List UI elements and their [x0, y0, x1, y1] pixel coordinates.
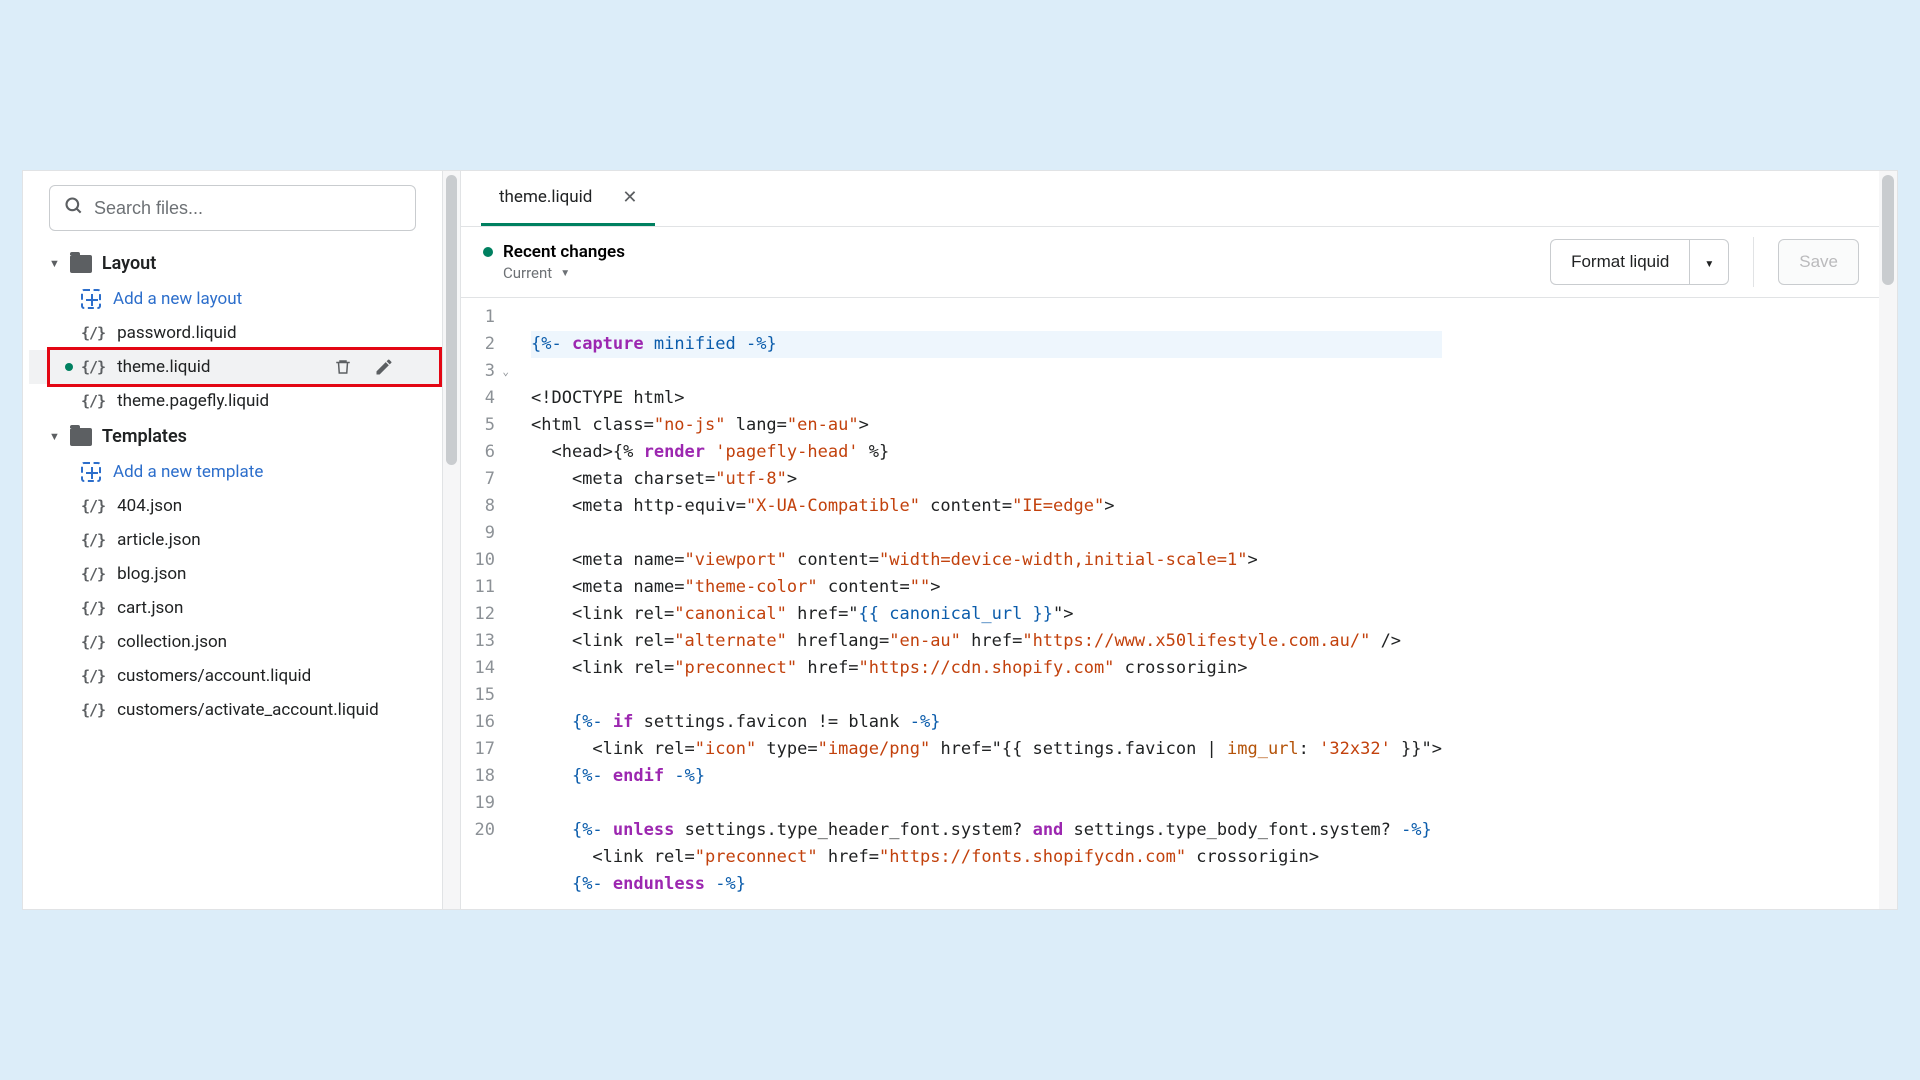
- code-line: [531, 523, 541, 543]
- code-line: {%- unless settings.type_header_font.sys…: [531, 820, 1432, 840]
- recent-changes-label: Recent changes: [503, 242, 625, 262]
- json-file-icon: {/}: [81, 565, 105, 583]
- modified-dot-icon: [65, 363, 73, 371]
- file-name: customers/activate_account.liquid: [117, 700, 379, 720]
- caret-down-icon: ▼: [1704, 259, 1714, 270]
- version-label: Current: [503, 264, 552, 282]
- delete-file-button[interactable]: [334, 357, 352, 377]
- file-item-cust-activate[interactable]: {/} customers/activate_account.liquid: [29, 693, 442, 727]
- file-item-article[interactable]: {/} article.json: [29, 523, 442, 557]
- close-icon[interactable]: ✕: [622, 187, 637, 208]
- status-dot-icon: [483, 247, 493, 257]
- json-file-icon: {/}: [81, 599, 105, 617]
- add-icon: [81, 289, 101, 309]
- code-line: <link rel="canonical" href="{{ canonical…: [531, 604, 1074, 624]
- json-file-icon: {/}: [81, 497, 105, 515]
- code-line: <meta charset="utf-8">: [531, 469, 797, 489]
- recent-changes: Recent changes Current ▼: [483, 242, 625, 282]
- search-input-wrap[interactable]: [49, 185, 416, 231]
- version-dropdown[interactable]: Current ▼: [483, 264, 625, 282]
- code-line: <meta name="viewport" content="width=dev…: [531, 550, 1258, 570]
- file-name: theme.pagefly.liquid: [117, 391, 269, 411]
- file-name: article.json: [117, 530, 201, 550]
- file-name: password.liquid: [117, 323, 237, 343]
- line-gutter: 12345 678910 1112131415 1617181920: [461, 298, 513, 909]
- file-tree[interactable]: ▼ Layout Add a new layout {/} password.l…: [23, 245, 442, 909]
- format-options-button[interactable]: ▼: [1689, 239, 1729, 285]
- file-item-blog[interactable]: {/} blog.json: [29, 557, 442, 591]
- liquid-file-icon: {/}: [81, 392, 105, 410]
- tab-label: theme.liquid: [499, 187, 592, 207]
- caret-down-icon: ▼: [560, 268, 570, 279]
- add-layout-link[interactable]: Add a new layout: [29, 282, 442, 316]
- format-button-group: Format liquid ▼: [1550, 239, 1729, 285]
- search-input[interactable]: [94, 198, 401, 219]
- code-editor-app: ▼ Layout Add a new layout {/} password.l…: [22, 170, 1898, 910]
- tab-bar: theme.liquid ✕: [461, 171, 1879, 227]
- add-template-label: Add a new template: [113, 462, 263, 482]
- file-name: customers/account.liquid: [117, 666, 311, 686]
- liquid-file-icon: {/}: [81, 701, 105, 719]
- sidebar-scrollbar[interactable]: [443, 171, 461, 909]
- code-line: <head>{% render 'pagefly-head' %}: [531, 442, 889, 462]
- code-content[interactable]: {%- capture minified -%} <!DOCTYPE html>…: [513, 298, 1442, 909]
- code-line: <link rel="icon" type="image/png" href="…: [531, 739, 1442, 759]
- code-line: [531, 793, 541, 813]
- json-file-icon: {/}: [81, 531, 105, 549]
- editor-toolbar: Recent changes Current ▼ Format liquid ▼…: [461, 227, 1879, 298]
- toolbar-divider: [1753, 237, 1754, 287]
- rename-file-button[interactable]: [374, 357, 394, 377]
- add-icon: [81, 462, 101, 482]
- tab-theme-liquid[interactable]: theme.liquid ✕: [481, 171, 655, 226]
- file-sidebar: ▼ Layout Add a new layout {/} password.l…: [23, 171, 443, 909]
- code-line: <html class="no-js" lang="en-au">: [531, 415, 869, 435]
- file-item-password[interactable]: {/} password.liquid: [29, 316, 442, 350]
- scroll-thumb[interactable]: [446, 175, 457, 465]
- code-editor[interactable]: 12345 678910 1112131415 1617181920 {%- c…: [461, 298, 1879, 909]
- folder-icon: [70, 255, 92, 273]
- search-icon: [64, 196, 84, 220]
- code-line: {%- endunless -%}: [531, 874, 746, 894]
- file-item-collection[interactable]: {/} collection.json: [29, 625, 442, 659]
- file-item-404[interactable]: {/} 404.json: [29, 489, 442, 523]
- file-name: blog.json: [117, 564, 186, 584]
- file-item-theme-pagefly[interactable]: {/} theme.pagefly.liquid: [29, 384, 442, 418]
- section-templates[interactable]: ▼ Templates: [29, 418, 442, 455]
- format-liquid-button[interactable]: Format liquid: [1550, 239, 1689, 285]
- file-item-cust-account[interactable]: {/} customers/account.liquid: [29, 659, 442, 693]
- code-line: <meta http-equiv="X-UA-Compatible" conte…: [531, 496, 1114, 516]
- file-name: theme.liquid: [117, 357, 210, 377]
- code-line: <link rel="preconnect" href="https://fon…: [531, 847, 1319, 867]
- liquid-file-icon: {/}: [81, 667, 105, 685]
- code-line: [531, 685, 541, 705]
- section-label: Templates: [102, 426, 187, 447]
- add-layout-label: Add a new layout: [113, 289, 242, 309]
- file-item-theme[interactable]: {/} theme.liquid: [29, 350, 442, 384]
- file-name: cart.json: [117, 598, 183, 618]
- liquid-file-icon: {/}: [81, 324, 105, 342]
- editor-pane: theme.liquid ✕ Recent changes Current ▼ …: [461, 171, 1879, 909]
- liquid-file-icon: {/}: [81, 358, 105, 376]
- folder-icon: [70, 428, 92, 446]
- section-label: Layout: [102, 253, 156, 274]
- code-line: {%- endif -%}: [531, 766, 705, 786]
- file-name: 404.json: [117, 496, 182, 516]
- section-layout[interactable]: ▼ Layout: [29, 245, 442, 282]
- add-template-link[interactable]: Add a new template: [29, 455, 442, 489]
- file-item-cart[interactable]: {/} cart.json: [29, 591, 442, 625]
- file-name: collection.json: [117, 632, 227, 652]
- editor-scrollbar[interactable]: [1879, 171, 1897, 909]
- code-line: <link rel="preconnect" href="https://cdn…: [531, 658, 1247, 678]
- code-line: <meta name="theme-color" content="">: [531, 577, 940, 597]
- caret-down-icon: ▼: [49, 430, 60, 443]
- code-line: <link rel="alternate" hreflang="en-au" h…: [531, 631, 1401, 651]
- json-file-icon: {/}: [81, 633, 105, 651]
- caret-down-icon: ▼: [49, 257, 60, 270]
- scroll-thumb[interactable]: [1882, 175, 1894, 285]
- code-line: {%- if settings.favicon != blank -%}: [531, 712, 940, 732]
- code-line: <!DOCTYPE html>: [531, 388, 685, 408]
- save-button[interactable]: Save: [1778, 239, 1859, 285]
